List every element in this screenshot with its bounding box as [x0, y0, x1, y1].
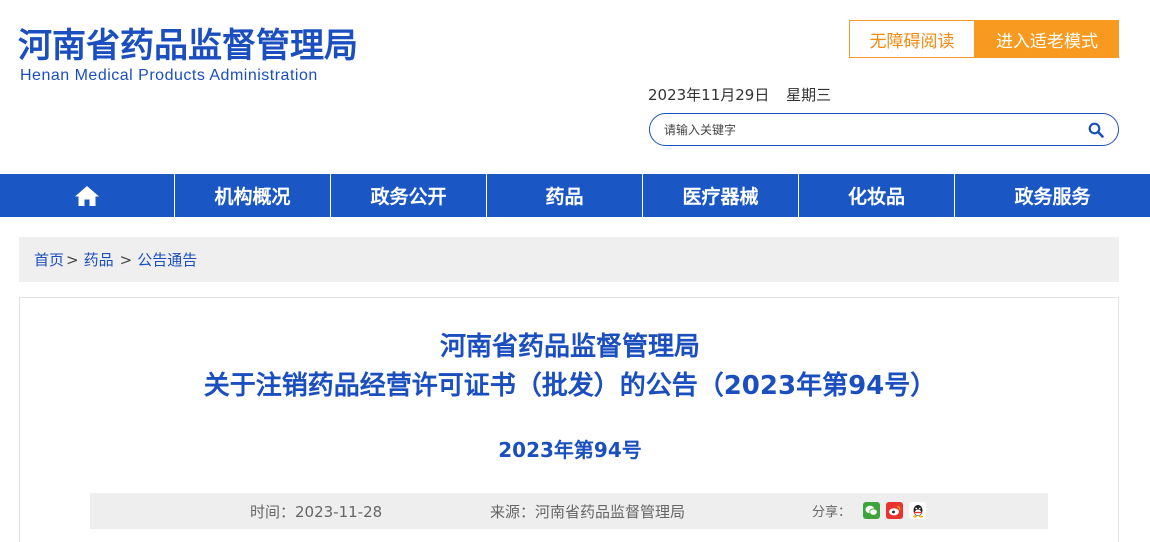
- article-container: 河南省药品监督管理局 关于注销药品经营许可证书（批发）的公告（2023年第94号…: [19, 297, 1119, 542]
- nav-item-drugs[interactable]: 药品: [487, 174, 643, 217]
- article-meta-bar: 时间：2023-11-28 来源：河南省药品监督管理局 分享：: [90, 493, 1048, 529]
- search-icon: [1088, 122, 1104, 138]
- breadcrumb-separator: >: [119, 250, 133, 269]
- elder-mode-button[interactable]: 进入适老模式: [975, 20, 1119, 58]
- weibo-icon[interactable]: [886, 502, 904, 519]
- site-logo-subtitle: Henan Medical Products Administration: [20, 67, 318, 84]
- share-label: 分享：: [812, 505, 852, 520]
- breadcrumb-separator: >: [66, 250, 79, 269]
- article-title-line1: 河南省药品监督管理局: [439, 332, 700, 362]
- home-icon: [75, 185, 99, 206]
- breadcrumb: 首页 > 药品 > 公告通告: [19, 237, 1119, 282]
- search-input[interactable]: [664, 120, 1064, 140]
- share-section: 分享：: [812, 501, 927, 520]
- qq-icon[interactable]: [909, 502, 927, 519]
- nav-item-organization[interactable]: 机构概况: [175, 174, 331, 217]
- article-title-line2: 关于注销药品经营许可证书（批发）的公告（2023年第94号）: [203, 371, 937, 401]
- wechat-icon[interactable]: [863, 502, 881, 519]
- nav-item-services[interactable]: 政务服务: [955, 174, 1150, 217]
- search-button[interactable]: [1082, 118, 1110, 142]
- current-date: 2023年11月29日 星期三: [648, 84, 843, 105]
- main-nav: 机构概况 政务公开 药品 医疗器械 化妆品 政务服务: [0, 174, 1150, 217]
- nav-item-medical-devices[interactable]: 医疗器械: [643, 174, 799, 217]
- accessible-reading-button[interactable]: 无障碍阅读: [849, 20, 975, 58]
- publish-time: 时间：2023-11-28: [250, 503, 383, 521]
- date-text: 2023年11月29日: [648, 86, 770, 104]
- nav-item-government-affairs[interactable]: 政务公开: [331, 174, 487, 217]
- weekday-text: 星期三: [786, 86, 832, 104]
- document-number: 2023年第94号: [498, 438, 642, 462]
- breadcrumb-drugs[interactable]: 药品: [84, 249, 114, 270]
- search-box: [649, 113, 1119, 146]
- breadcrumb-home[interactable]: 首页: [34, 249, 64, 270]
- nav-home[interactable]: [0, 174, 175, 217]
- article-source: 来源：河南省药品监督管理局: [490, 503, 686, 521]
- site-logo-title[interactable]: 河南省药品监督管理局: [18, 26, 358, 66]
- nav-item-cosmetics[interactable]: 化妆品: [799, 174, 955, 217]
- breadcrumb-notices[interactable]: 公告通告: [137, 249, 197, 270]
